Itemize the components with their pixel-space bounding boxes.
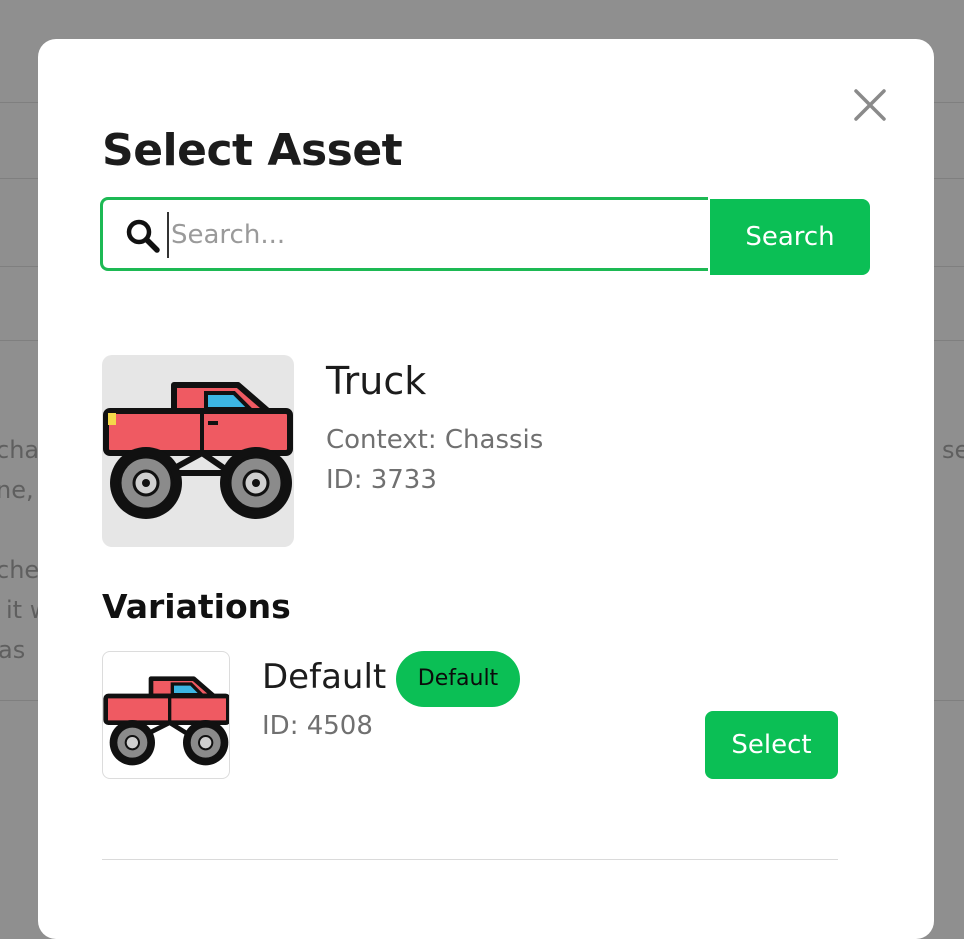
search-input[interactable] [167, 212, 693, 258]
select-asset-modal: Select Asset Search... Search Truck Cont… [38, 39, 934, 939]
search-icon [126, 219, 160, 253]
bg-text-fragment: as [0, 636, 26, 664]
close-icon [854, 89, 886, 121]
select-button[interactable]: Select [705, 711, 838, 779]
variation-id: ID: 4508 [262, 711, 373, 741]
default-badge: Default [396, 651, 520, 707]
asset-id: ID: 3733 [326, 465, 437, 495]
variation-item: Default Default ID: 4508 Select [102, 651, 842, 781]
bg-text-fragment: se [942, 436, 964, 464]
variation-name: Default [262, 657, 387, 697]
bg-text-fragment: che [0, 556, 40, 584]
search-box [100, 197, 708, 271]
bg-text-fragment: ne, [0, 476, 34, 504]
variations-heading: Variations [102, 587, 291, 626]
asset-context: Context: Chassis [326, 425, 544, 455]
search-button[interactable]: Search [710, 199, 870, 275]
monster-truck-icon [103, 676, 229, 766]
modal-title: Select Asset [102, 125, 403, 176]
asset-thumbnail [102, 355, 294, 547]
monster-truck-icon [103, 382, 293, 519]
variation-thumbnail [102, 651, 230, 779]
close-button[interactable] [850, 85, 890, 125]
asset-name: Truck [326, 359, 427, 403]
divider [102, 859, 838, 860]
